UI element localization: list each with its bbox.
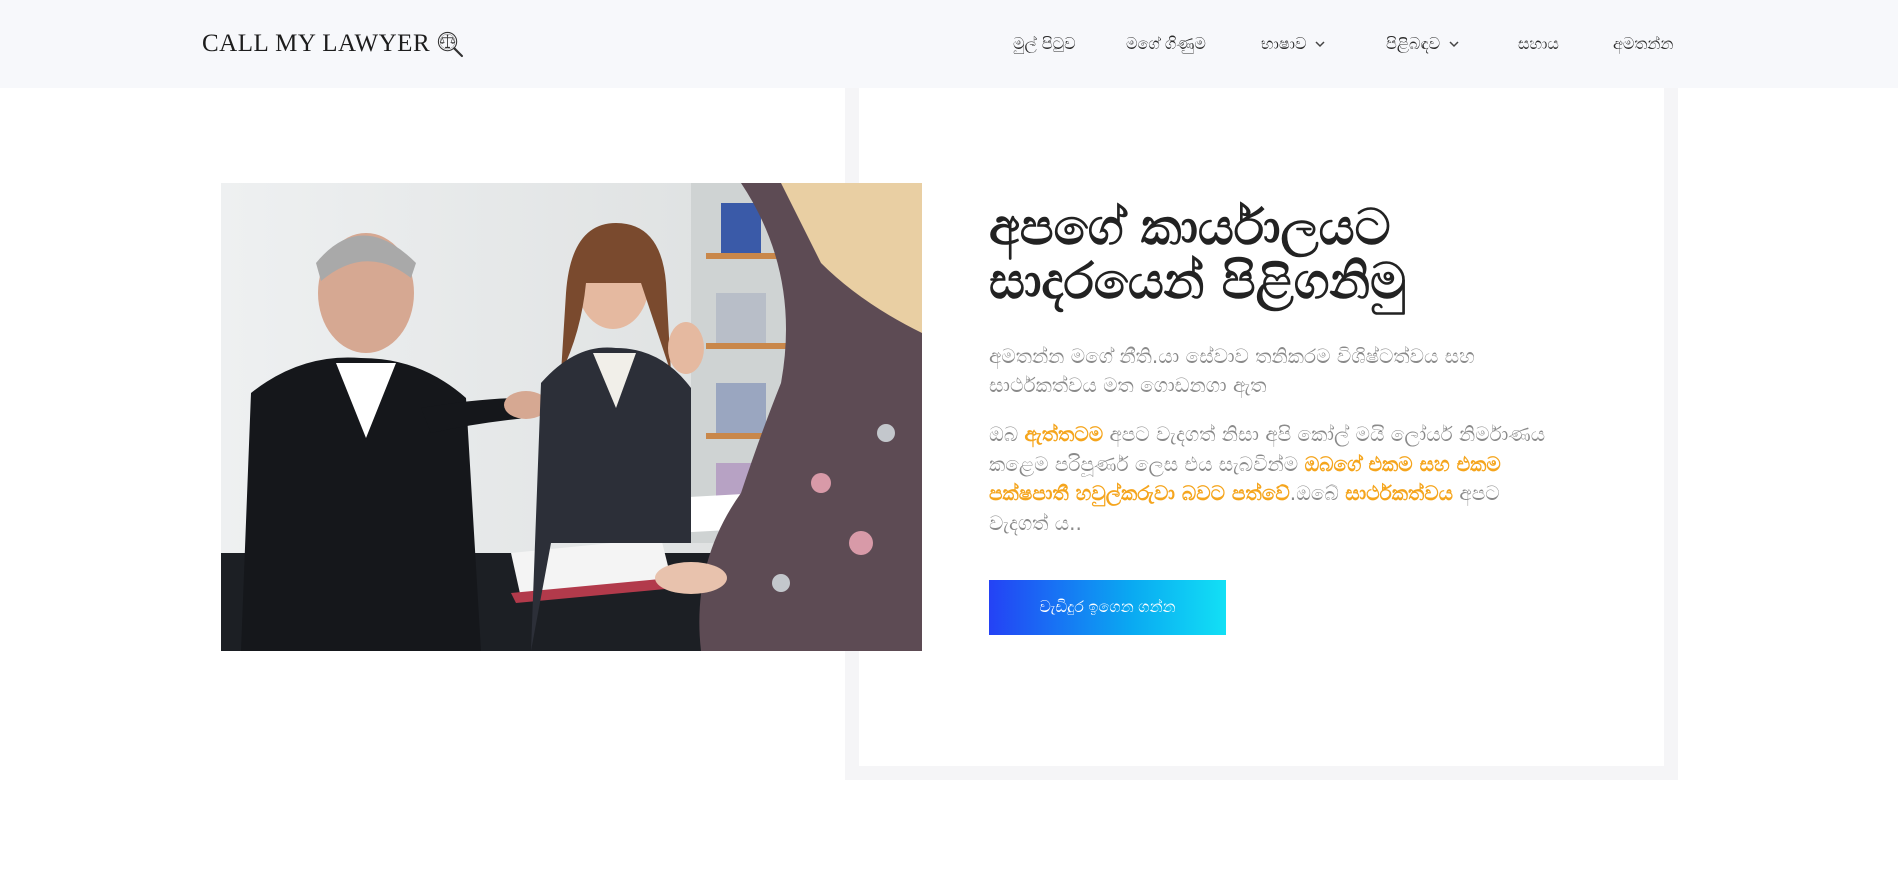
nav-item-contact[interactable]: අමතන්න <box>1613 33 1673 55</box>
nav-item-label: පිළිබඳව <box>1386 34 1441 53</box>
hero-title-line-1: අපගේ කාර්යාලයට <box>989 198 1391 256</box>
nav-item-label: මුල් පිටුව <box>1013 34 1076 53</box>
nav-item-about[interactable]: පිළිබඳව <box>1386 33 1460 55</box>
body-highlight: සාර්ථකත්වය <box>1345 481 1454 505</box>
nav-item-label: භාෂාව <box>1261 34 1307 53</box>
chevron-down-icon <box>1449 41 1459 48</box>
nav-item-label: අමතන්න <box>1613 34 1674 53</box>
nav-item-label: මගේ ගිණුම <box>1126 34 1206 53</box>
hero-subtitle: අමතන්න මගේ නීති.යා සේවාව තනිකරම විශිෂ්ටත… <box>989 344 1475 397</box>
nav-item-support[interactable]: සහාය <box>1518 33 1559 55</box>
body-text: ඔබ <box>989 422 1025 446</box>
body-text: .ඔබේ <box>1289 481 1346 505</box>
body-highlight: ඇත්තටම <box>1024 422 1104 446</box>
hero-photo <box>221 183 922 651</box>
main-nav: මුල් පිටුව මගේ ගිණුම භාෂාව පිළිබඳව සහාය … <box>0 0 1898 88</box>
nav-item-home[interactable]: මුල් පිටුව <box>1013 33 1076 55</box>
site-header: CALL MY LAWYER මුල් පිටුව මගේ ගිණුම භාෂා… <box>0 0 1898 88</box>
lawyer-meeting-illustration <box>221 183 922 651</box>
hero-title: අපගේ කාර්යාලයට සාදරයෙන් පිළිගනිමු <box>989 200 1549 308</box>
hero-body: ඔබ ඇත්තටම අපට වැදගත් නිසා අපි කෝල් මයි ල… <box>989 420 1549 538</box>
nav-item-language[interactable]: භාෂාව <box>1261 33 1326 55</box>
hero-title-line-2: සාදරයෙන් පිළිගනිමු <box>989 252 1407 310</box>
learn-more-button[interactable]: වැඩිදුර ඉගෙන ගන්න <box>989 580 1226 635</box>
chevron-down-icon <box>1315 41 1325 48</box>
nav-item-label: සහාය <box>1518 34 1559 53</box>
nav-item-my-account[interactable]: මගේ ගිණුම <box>1126 33 1206 55</box>
